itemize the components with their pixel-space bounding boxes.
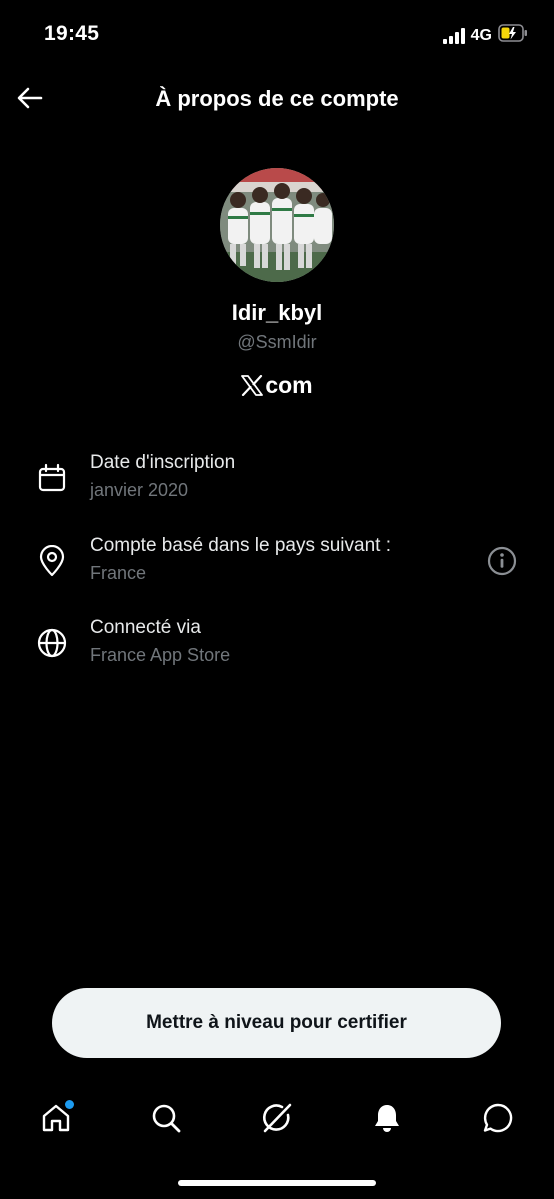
nav-messages[interactable] [476, 1096, 520, 1140]
location-pin-icon [36, 545, 68, 577]
platform-badge: com [0, 372, 554, 399]
nav-home[interactable] [34, 1096, 78, 1140]
platform-domain: com [265, 372, 313, 398]
globe-icon [36, 627, 68, 659]
signal-icon [442, 27, 465, 44]
info-icon [487, 546, 517, 576]
page-title: À propos de ce compte [155, 86, 399, 111]
info-title: Compte basé dans le pays suivant : [90, 535, 392, 556]
header: À propos de ce compte [0, 74, 554, 124]
grok-icon [262, 1103, 292, 1133]
info-title: Connecté via [90, 617, 201, 638]
calendar-icon [36, 462, 68, 494]
status-indicators: 4G [442, 24, 528, 47]
battery-icon [498, 24, 528, 47]
nav-notifications[interactable] [365, 1096, 409, 1140]
bottom-nav [0, 1090, 554, 1146]
nav-search[interactable] [144, 1096, 188, 1140]
user-handle[interactable]: @SsmIdir [0, 332, 554, 353]
info-value: France [90, 563, 147, 583]
avatar[interactable] [220, 168, 334, 282]
info-detail-button[interactable] [486, 545, 518, 577]
search-icon [152, 1104, 181, 1133]
x-logo-icon [241, 375, 264, 396]
notifications-icon [375, 1105, 399, 1132]
info-title: Date d'inscription [90, 452, 236, 473]
info-value: France App Store [90, 645, 231, 665]
info-value: janvier 2020 [90, 480, 189, 500]
display-name: Idir_kbyl [231, 300, 323, 325]
info-row-join-date: Date d'inscription janvier 2020 [36, 452, 518, 512]
upgrade-verify-button[interactable]: Mettre à niveau pour certifier [52, 988, 501, 1058]
home-notification-dot [65, 1100, 74, 1109]
info-row-country: Compte basé dans le pays suivant : Franc… [36, 535, 518, 595]
status-time: 19:45 [44, 22, 100, 45]
nav-grok[interactable] [255, 1096, 299, 1140]
home-indicator [178, 1180, 376, 1186]
info-row-connected-via: Connecté via France App Store [36, 617, 518, 677]
status-bar: 19:45 4G [0, 0, 554, 70]
messages-icon [483, 1103, 513, 1133]
network-type: 4G [470, 26, 492, 44]
